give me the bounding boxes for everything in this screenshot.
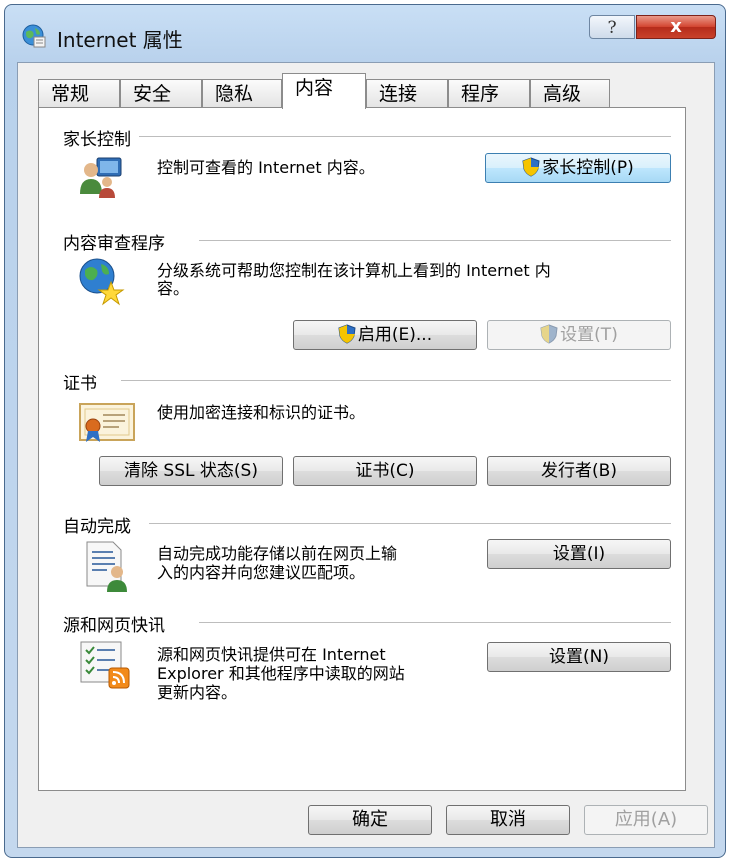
parental-controls-description: 控制可查看的 Internet 内容。 bbox=[157, 158, 375, 177]
certificates-description: 使用加密连接和标识的证书。 bbox=[157, 403, 366, 422]
certificates-heading: 证书 bbox=[63, 369, 103, 394]
feeds-description: 源和网页快讯提供可在 Internet bbox=[157, 645, 386, 664]
content-advisor-description: 分级系统可帮助您控制在该计算机上看到的 Internet 内 bbox=[157, 261, 551, 280]
uac-shield-disabled-icon bbox=[540, 324, 558, 344]
content-advisor-settings-button[interactable]: 设置(T) bbox=[487, 320, 671, 350]
certificate-icon bbox=[79, 403, 135, 442]
internet-options-window: Internet 属性 ? x 常规 安全 隐私 内容 连接 程序 高级 家长控… bbox=[4, 4, 726, 858]
feeds-settings-button[interactable]: 设置(N) bbox=[487, 642, 671, 672]
certificates-button[interactable]: 证书(C) bbox=[293, 456, 477, 486]
close-button[interactable]: x bbox=[636, 15, 716, 39]
apply-button[interactable]: 应用(A) bbox=[584, 805, 708, 835]
uac-shield-icon bbox=[338, 324, 356, 344]
tab-general[interactable]: 常规 bbox=[38, 79, 120, 108]
content-tab-panel: 家长控制 控制可查看的 Internet 内容。 家长控制(P) 内容审查程序 bbox=[38, 107, 686, 791]
autocomplete-description-cont: 入的内容并向您建议匹配项。 bbox=[157, 563, 366, 582]
publishers-button[interactable]: 发行者(B) bbox=[487, 456, 671, 486]
feeds-rss-icon bbox=[80, 641, 130, 689]
feeds-description-cont: Explorer 和其他程序中读取的网站 bbox=[157, 664, 405, 683]
parental-controls-button-label: 家长控制(P) bbox=[542, 158, 634, 178]
cancel-button[interactable]: 取消 bbox=[446, 805, 570, 835]
ok-button[interactable]: 确定 bbox=[308, 805, 432, 835]
group-divider bbox=[199, 240, 671, 241]
content-advisor-description-cont: 容。 bbox=[157, 279, 190, 298]
dialog-client-area: 常规 安全 隐私 内容 连接 程序 高级 家长控制 控制可查看的 Interne… bbox=[17, 62, 715, 848]
group-divider bbox=[139, 136, 671, 137]
parental-controls-heading: 家长控制 bbox=[63, 125, 137, 150]
autocomplete-form-icon bbox=[86, 541, 127, 592]
content-advisor-heading: 内容审查程序 bbox=[63, 229, 171, 254]
feeds-heading: 源和网页快讯 bbox=[63, 611, 171, 636]
tab-content[interactable]: 内容 bbox=[282, 73, 366, 109]
tab-connections[interactable]: 连接 bbox=[366, 79, 448, 108]
tab-advanced[interactable]: 高级 bbox=[530, 79, 610, 108]
group-divider bbox=[199, 622, 671, 623]
clear-ssl-state-button[interactable]: 清除 SSL 状态(S) bbox=[99, 456, 283, 486]
uac-shield-icon bbox=[522, 157, 540, 177]
tab-privacy[interactable]: 隐私 bbox=[202, 79, 282, 108]
autocomplete-settings-button[interactable]: 设置(I) bbox=[487, 539, 671, 569]
content-advisor-enable-button[interactable]: 启用(E)... bbox=[293, 320, 477, 350]
group-divider bbox=[149, 523, 671, 524]
autocomplete-heading: 自动完成 bbox=[63, 512, 137, 537]
group-divider bbox=[121, 380, 671, 381]
parental-controls-users-icon bbox=[80, 157, 122, 198]
title-bar[interactable]: Internet 属性 ? x bbox=[5, 5, 725, 61]
content-advisor-enable-label: 启用(E)... bbox=[357, 325, 433, 345]
tab-security[interactable]: 安全 bbox=[120, 79, 202, 108]
autocomplete-description: 自动完成功能存储以前在网页上输 bbox=[157, 544, 398, 563]
tab-programs[interactable]: 程序 bbox=[448, 79, 530, 108]
internet-globe-icon bbox=[22, 24, 46, 48]
window-title: Internet 属性 bbox=[57, 28, 183, 52]
help-button[interactable]: ? bbox=[589, 15, 635, 39]
content-advisor-settings-label: 设置(T) bbox=[560, 325, 618, 345]
content-advisor-globe-star-icon bbox=[79, 258, 125, 306]
parental-controls-button[interactable]: 家长控制(P) bbox=[485, 153, 671, 183]
feeds-description-end: 更新内容。 bbox=[157, 683, 238, 702]
